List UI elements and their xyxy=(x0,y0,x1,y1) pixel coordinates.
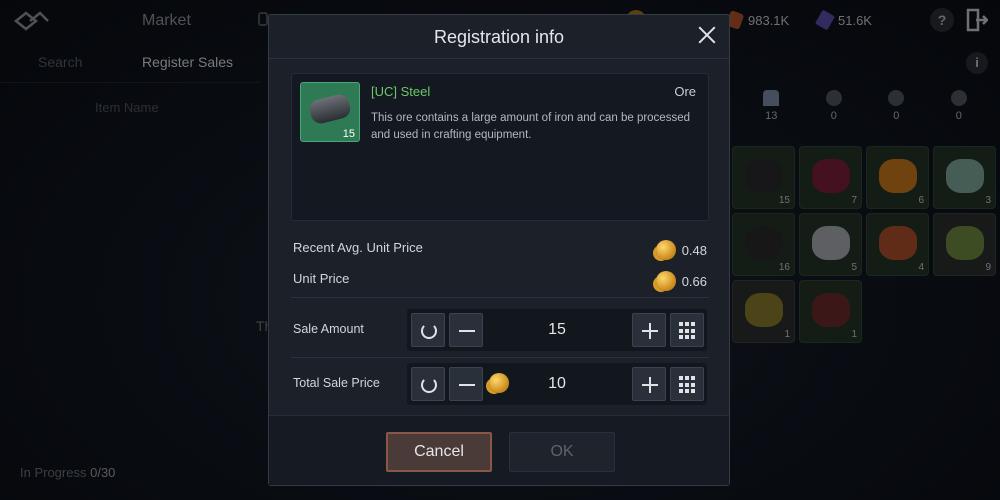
recent-avg-price-label: Recent Avg. Unit Price xyxy=(293,240,423,255)
item-quantity: 15 xyxy=(342,128,355,140)
sale-amount-plus-button[interactable] xyxy=(632,313,666,347)
coin-icon xyxy=(655,271,676,291)
coin-icon xyxy=(655,240,676,260)
total-price-row: Total Sale Price 10 xyxy=(291,359,709,409)
item-name: [UC] Steel xyxy=(371,84,431,99)
total-price-plus-button[interactable] xyxy=(632,367,666,401)
total-price-stepper: 10 xyxy=(407,363,707,405)
total-price-keypad-button[interactable] xyxy=(670,367,704,401)
recent-avg-price-row: Recent Avg. Unit Price 0.48 xyxy=(293,237,707,260)
sale-amount-keypad-button[interactable] xyxy=(670,313,704,347)
recent-avg-price: 0.48 xyxy=(655,240,707,260)
keypad-icon xyxy=(679,376,697,394)
recent-avg-price-value: 0.48 xyxy=(681,242,707,258)
sale-amount-stepper: 15 xyxy=(407,309,707,351)
unit-price-value: 0.66 xyxy=(681,273,707,289)
close-icon[interactable] xyxy=(695,23,719,47)
sale-amount-value[interactable]: 15 xyxy=(487,321,627,339)
item-thumbnail: 15 xyxy=(300,82,360,142)
sale-amount-minus-button[interactable] xyxy=(449,313,483,347)
divider xyxy=(291,357,709,358)
item-type: Ore xyxy=(674,84,696,99)
steel-ore-icon xyxy=(307,92,353,126)
total-price-value[interactable]: 10 xyxy=(487,375,627,393)
total-price-label: Total Sale Price xyxy=(293,376,380,390)
total-price-minus-button[interactable] xyxy=(449,367,483,401)
ok-button[interactable]: OK xyxy=(509,432,615,472)
dialog-header: Registration info xyxy=(269,15,729,59)
item-info-panel: 15 [UC] Steel Ore This ore contains a la… xyxy=(291,73,709,221)
item-description: This ore contains a large amount of iron… xyxy=(371,112,690,141)
sale-amount-row: Sale Amount 15 xyxy=(291,305,709,355)
reset-icon xyxy=(421,323,437,339)
sale-amount-label: Sale Amount xyxy=(293,322,364,336)
keypad-icon xyxy=(679,322,697,340)
reset-icon xyxy=(421,377,437,393)
registration-dialog: Registration info 15 [UC] Steel Ore This… xyxy=(268,14,730,486)
divider xyxy=(291,297,709,298)
unit-price-label: Unit Price xyxy=(293,271,350,286)
sale-amount-reset-button[interactable] xyxy=(411,313,445,347)
cancel-button[interactable]: Cancel xyxy=(386,432,492,472)
unit-price-row: Unit Price 0.66 xyxy=(293,268,707,291)
dialog-footer: Cancel OK xyxy=(269,415,729,485)
total-price-reset-button[interactable] xyxy=(411,367,445,401)
unit-price: 0.66 xyxy=(655,271,707,291)
dialog-title: Registration info xyxy=(433,27,565,47)
